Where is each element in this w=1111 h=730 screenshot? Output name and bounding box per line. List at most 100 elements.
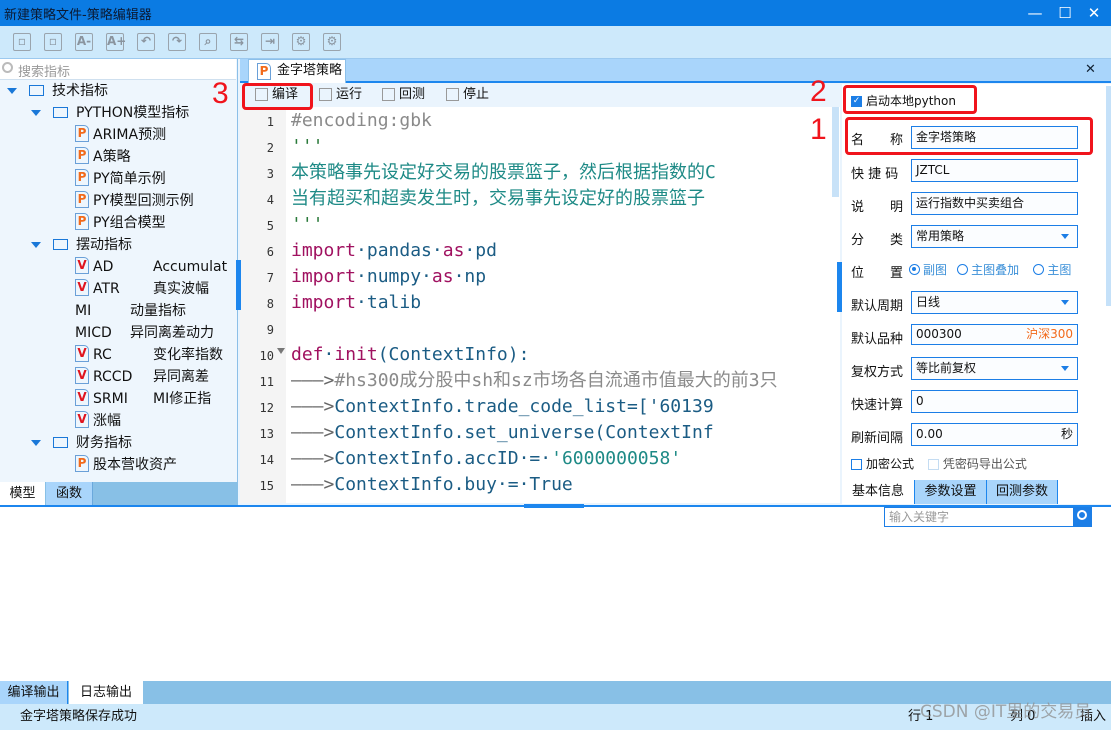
symbol-field[interactable]: 000300 沪深300 xyxy=(911,324,1078,345)
category-select[interactable]: 常用策略 xyxy=(911,225,1078,248)
annotation-number-1: 1 xyxy=(810,113,827,146)
save-icon[interactable]: ▫ xyxy=(13,33,31,51)
python-file-icon: P xyxy=(75,146,89,164)
redo-icon[interactable]: ↷ xyxy=(168,33,186,51)
watermark: CSDN @IT里的交易员 xyxy=(920,702,1092,722)
tree-item[interactable]: P A策略 xyxy=(75,146,232,168)
period-select[interactable]: 日线 xyxy=(911,291,1078,314)
bottom-splitter-handle[interactable] xyxy=(524,504,584,508)
expand-arrow-icon[interactable] xyxy=(7,88,17,94)
line-number: 7 xyxy=(266,271,274,285)
font-larger-icon[interactable]: A+ xyxy=(106,33,126,51)
tree-item[interactable]: V AD Accumulat xyxy=(75,256,232,278)
export-icon[interactable]: ⇥ xyxy=(261,33,279,51)
tab-model[interactable]: 模型 xyxy=(0,482,45,505)
tab-params[interactable]: 参数设置 xyxy=(914,480,986,504)
tree-item[interactable]: V 涨幅 xyxy=(75,410,232,432)
expand-arrow-icon[interactable] xyxy=(31,440,41,446)
undo-icon[interactable]: ↶ xyxy=(137,33,155,51)
tree-item[interactable]: MICD 异同离差动力 xyxy=(75,322,232,344)
folder-icon xyxy=(53,106,68,118)
editor-scrollbar[interactable] xyxy=(832,107,839,197)
adjust-select[interactable]: 等比前复权 xyxy=(911,357,1078,380)
tab-log-output[interactable]: 日志输出 xyxy=(69,681,143,704)
python-file-icon: P xyxy=(75,168,89,186)
tree-item[interactable]: P ARIMA预测 xyxy=(75,124,232,146)
radio-label: 主图叠加 xyxy=(971,263,1020,277)
replace-icon[interactable]: ⇆ xyxy=(230,33,248,51)
encrypt-options: 加密公式 凭密码导出公式 xyxy=(851,455,1027,472)
line-number: 1 xyxy=(266,115,274,129)
expand-arrow-icon[interactable] xyxy=(31,242,41,248)
formula-file-icon: V xyxy=(75,366,89,384)
radio-main-chart[interactable] xyxy=(1033,264,1045,275)
save-all-icon[interactable]: ▫ xyxy=(44,33,62,51)
code-line: import·pandas·as·pd xyxy=(291,238,497,264)
encrypt-label: 加密公式 xyxy=(866,457,915,471)
tree-item[interactable]: MI 动量指标 xyxy=(75,300,232,322)
fold-arrow-icon[interactable] xyxy=(277,348,285,354)
tree-item-label: 股本营收资产 xyxy=(93,457,177,473)
tree-item[interactable]: P PY简单示例 xyxy=(75,168,232,190)
tree-item[interactable]: P PY模型回测示例 xyxy=(75,190,232,212)
annotation-number-3: 3 xyxy=(212,77,229,110)
tree-item[interactable]: V RC 变化率指数 xyxy=(75,344,232,366)
shortcut-field[interactable]: JZTCL xyxy=(911,159,1078,182)
indicator-search-input[interactable]: 搜索指标 xyxy=(0,59,236,80)
backtest-button[interactable]: 回测 xyxy=(379,85,425,105)
tab-strategy-file[interactable]: P 金字塔策略 xyxy=(248,59,346,83)
tree-item[interactable]: V RCCD 异同离差 xyxy=(75,366,232,388)
encrypt-checkbox[interactable] xyxy=(851,459,862,470)
fastcalc-field[interactable]: 0 xyxy=(911,390,1078,413)
tab-basic-info[interactable]: 基本信息 xyxy=(842,480,914,504)
properties-scrollbar[interactable] xyxy=(1106,86,1111,306)
close-button[interactable]: ✕ xyxy=(1079,2,1109,24)
tree-item[interactable]: V SRMI MI修正指 xyxy=(75,388,232,410)
settings-icon[interactable]: ⚙ xyxy=(292,33,310,51)
description-field[interactable]: 运行指数中买卖组合 xyxy=(911,192,1078,215)
tree-item[interactable]: 摆动指标 xyxy=(31,234,232,256)
tree-item[interactable]: P 股本营收资产 xyxy=(75,454,232,476)
python-file-icon: P xyxy=(75,124,89,142)
tree-item[interactable]: P PY组合模型 xyxy=(75,212,232,234)
tree-item[interactable]: PYTHON模型指标 xyxy=(31,102,232,124)
stop-label: 停止 xyxy=(463,87,490,102)
expand-arrow-icon[interactable] xyxy=(31,110,41,116)
category-label: 分 类 xyxy=(851,233,904,248)
code-editor[interactable]: 1 2 3 4 5 6 7 8 9 10 11 12 13 14 15 #encoding:gbk ''' 本策… xyxy=(240,107,840,503)
tree-item-label: 技术指标 xyxy=(52,83,108,99)
tab-backtest-params[interactable]: 回测参数 xyxy=(986,480,1058,504)
code-line: ———>ContextInfo.trade_code_list=['60139 xyxy=(291,394,714,420)
tree-item-label: ATR xyxy=(93,281,120,297)
tab-compile-output[interactable]: 编译输出 xyxy=(0,681,68,704)
code-line: ''' xyxy=(291,134,324,160)
tree-item[interactable]: 财务指标 xyxy=(31,432,232,454)
settings2-icon[interactable]: ⚙ xyxy=(323,33,341,51)
code-token: ContextInfo.buy·=·True xyxy=(334,474,573,495)
maximize-button[interactable]: ☐ xyxy=(1050,2,1080,24)
annotation-number-2: 2 xyxy=(810,75,827,108)
keyword-search-input[interactable]: 输入关键字 xyxy=(884,507,1074,527)
code-token: def xyxy=(291,344,324,365)
radio-sub-chart[interactable] xyxy=(909,264,920,275)
code-token: '6000000058' xyxy=(551,448,682,469)
symbol-value: 000300 xyxy=(916,327,962,341)
font-smaller-icon[interactable]: A- xyxy=(75,33,93,51)
tree-item[interactable]: V ATR 真实波幅 xyxy=(75,278,232,300)
tree-item-description: 真实波幅 xyxy=(153,281,209,297)
close-tab-icon[interactable]: ✕ xyxy=(1085,62,1096,77)
minimize-button[interactable]: — xyxy=(1020,2,1050,24)
run-button[interactable]: 运行 xyxy=(316,85,362,105)
python-file-icon: P xyxy=(75,454,89,472)
radio-main-overlay[interactable] xyxy=(957,264,969,275)
tree-item[interactable]: 技术指标 xyxy=(7,80,232,102)
find-icon[interactable]: ⌕ xyxy=(199,33,217,51)
code-token: 本策略事先设定好交易的股票篮子，然后根据指数的C xyxy=(291,162,716,183)
stop-button[interactable]: 停止 xyxy=(443,85,489,105)
pwd-export-checkbox[interactable] xyxy=(927,459,939,470)
tree-item-label: 涨幅 xyxy=(93,413,121,429)
refresh-field[interactable]: 0.00 秒 xyxy=(911,423,1078,446)
tab-functions[interactable]: 函数 xyxy=(46,482,93,505)
left-splitter-handle[interactable] xyxy=(236,260,241,310)
keyword-search-button[interactable] xyxy=(1074,507,1092,527)
